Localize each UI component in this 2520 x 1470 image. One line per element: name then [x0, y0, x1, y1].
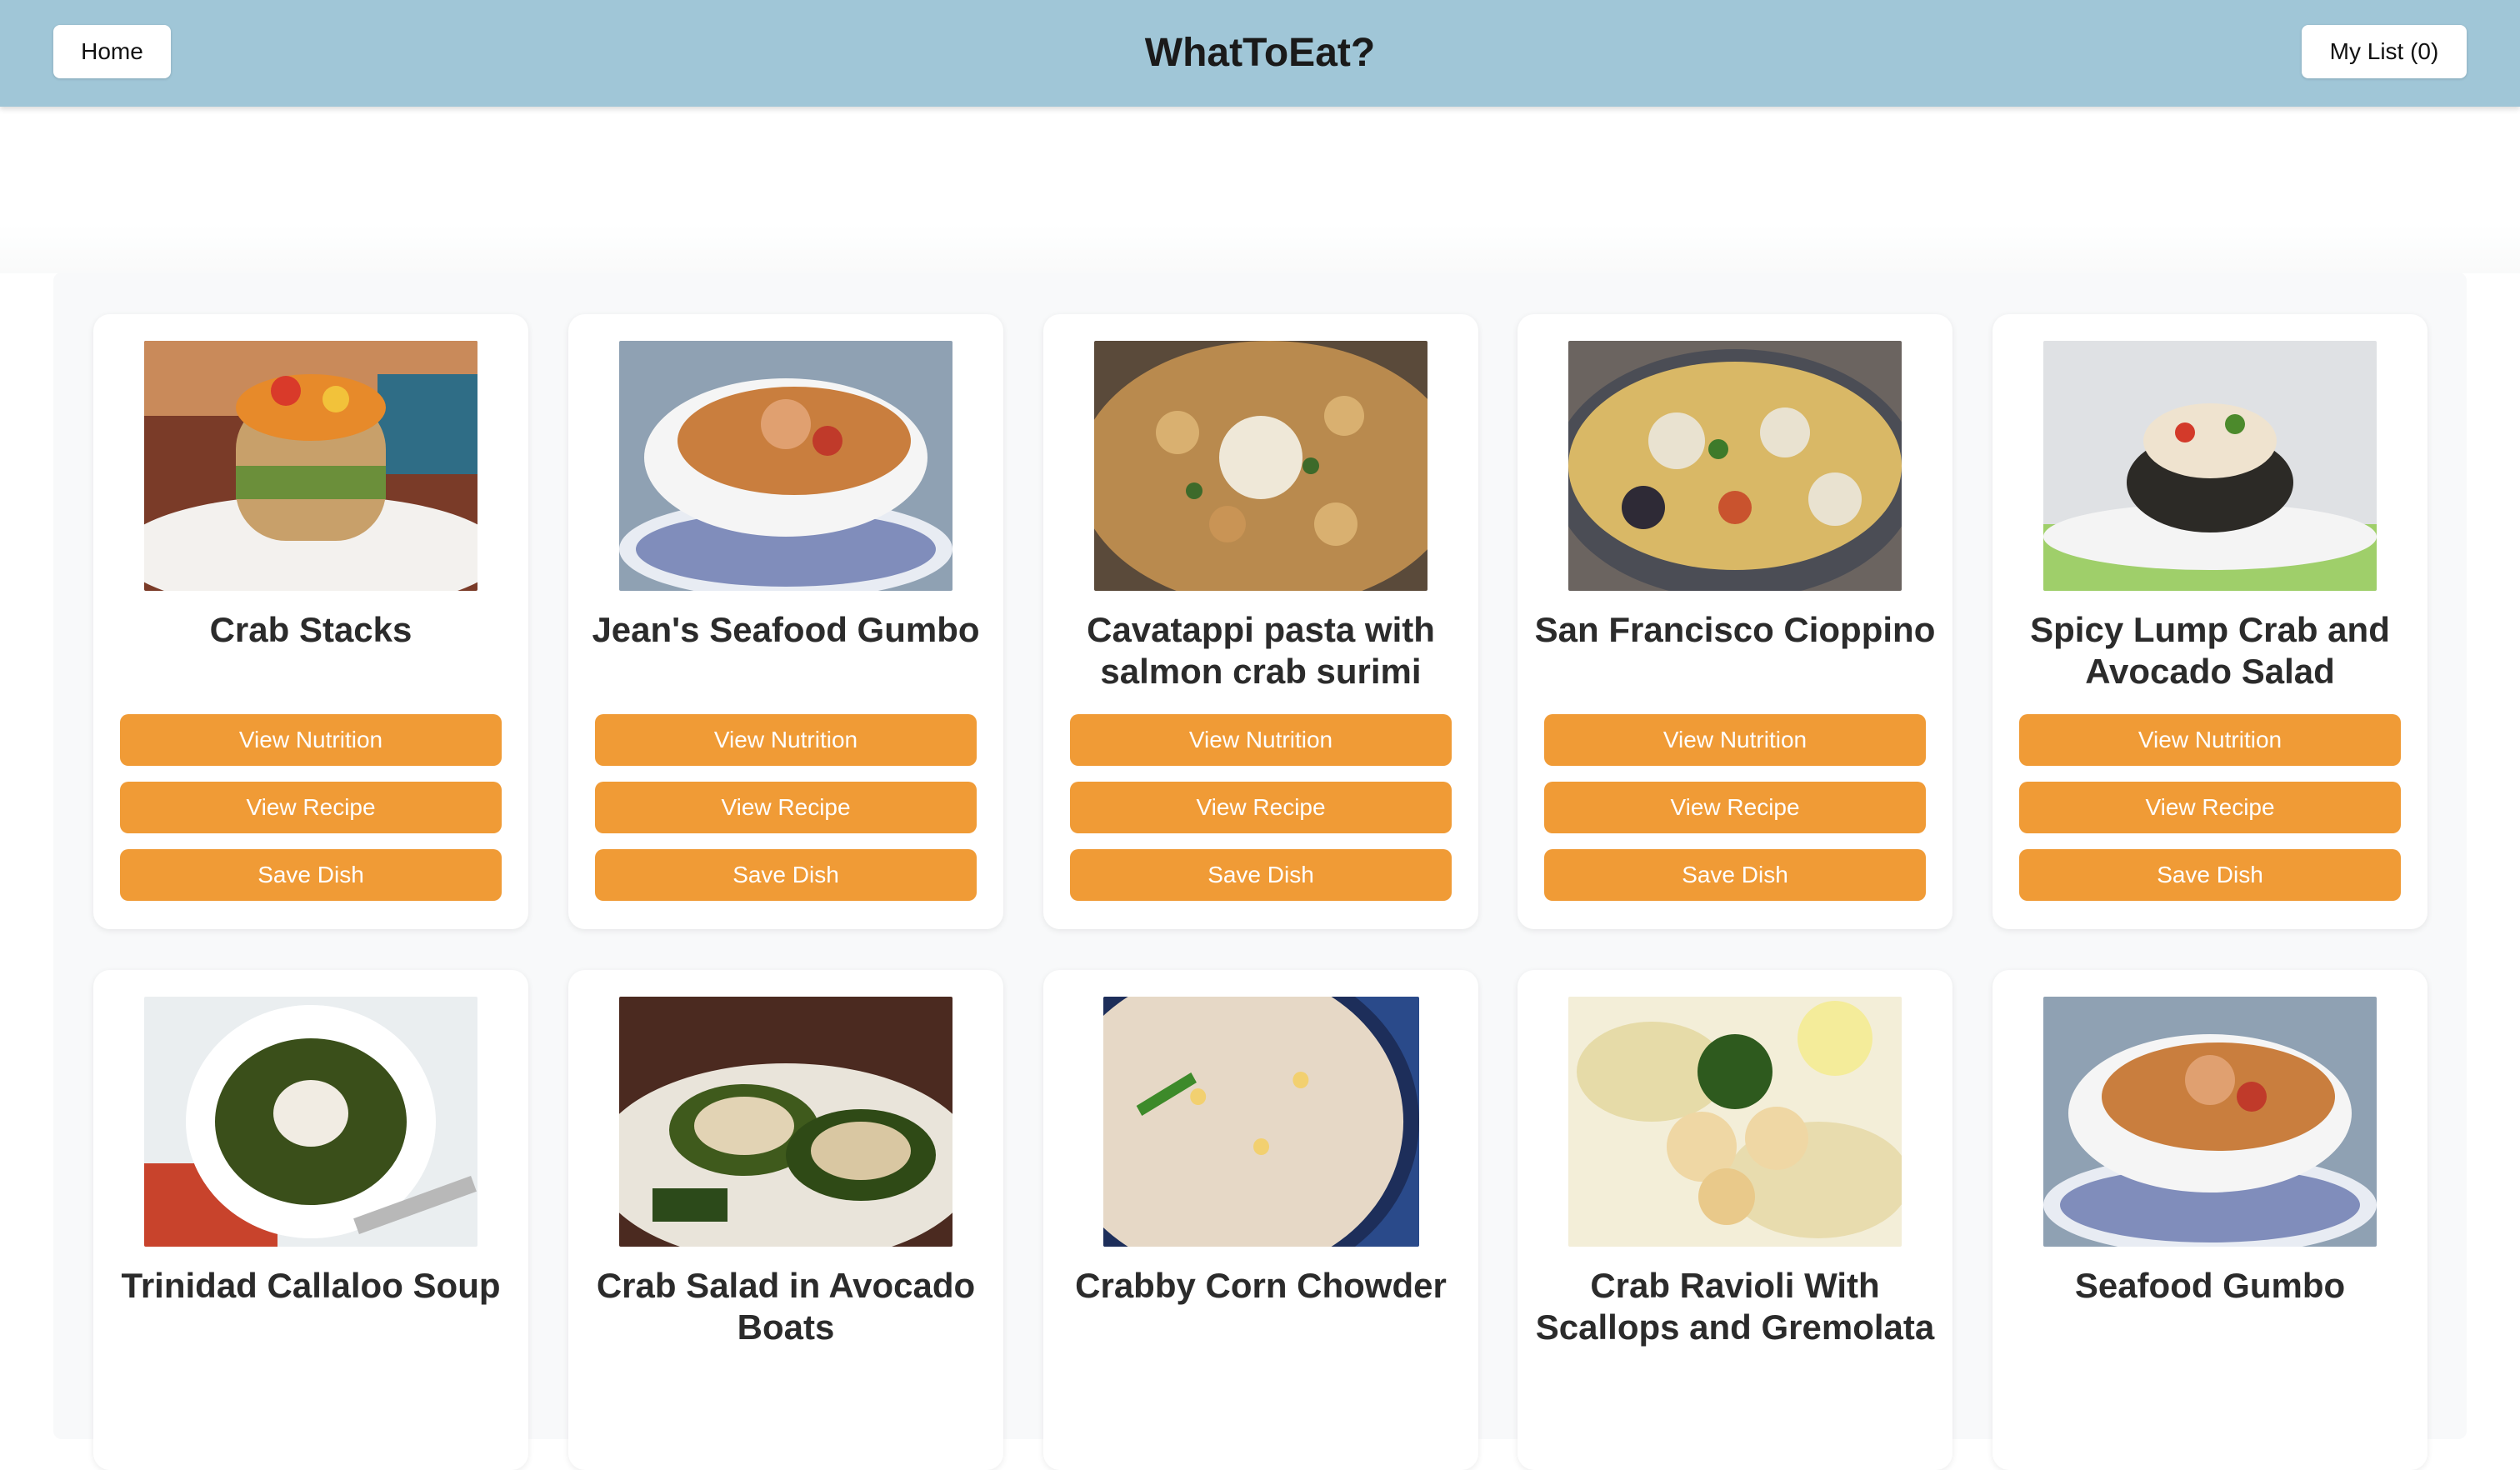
dish-card: Spicy Lump Crab and Avocado Salad View N… [1992, 314, 2428, 929]
app-title: WhatToEat? [1144, 31, 1376, 75]
view-recipe-button[interactable]: View Recipe [595, 782, 977, 833]
dish-card: Trinidad Callaloo Soup [93, 970, 528, 1470]
view-recipe-button[interactable]: View Recipe [1070, 782, 1452, 833]
view-nutrition-button[interactable]: View Nutrition [120, 714, 502, 766]
dish-name: Seafood Gumbo [2074, 1266, 2346, 1305]
dish-name: Trinidad Callaloo Soup [121, 1266, 501, 1305]
cioppino-pan-photo[interactable] [1568, 341, 1902, 591]
dish-card: Jean's Seafood Gumbo View Nutrition View… [568, 314, 1003, 929]
view-recipe-button[interactable]: View Recipe [120, 782, 502, 833]
dish-name: Spicy Lump Crab and Avocado Salad [2030, 610, 2390, 691]
pasta-photo[interactable] [1094, 341, 1428, 591]
save-dish-button[interactable]: Save Dish [120, 849, 502, 901]
dish-name: Cavatappi pasta with salmon crab surimi [1087, 610, 1435, 691]
avocado-crab-photo[interactable] [2043, 341, 2377, 591]
dish-card: Crab Stacks View Nutrition View Recipe S… [93, 314, 528, 929]
save-dish-button[interactable]: Save Dish [2019, 849, 2401, 901]
ravioli-scallops-photo[interactable] [1568, 997, 1902, 1247]
gumbo-bowl-photo[interactable] [619, 341, 952, 591]
dish-card: Crab Ravioli With Scallops and Gremolata [1518, 970, 1952, 1470]
callaloo-soup-photo[interactable] [144, 997, 478, 1247]
crab-stack-photo[interactable] [144, 341, 478, 591]
dish-card: Seafood Gumbo [1992, 970, 2428, 1470]
view-recipe-button[interactable]: View Recipe [2019, 782, 2401, 833]
view-nutrition-button[interactable]: View Nutrition [2019, 714, 2401, 766]
page-spacer [0, 223, 2520, 273]
view-nutrition-button[interactable]: View Nutrition [595, 714, 977, 766]
dish-card: Crab Salad in Avocado Boats [568, 970, 1003, 1470]
dish-name: Crab Salad in Avocado Boats [596, 1266, 976, 1347]
dish-name: Jean's Seafood Gumbo [592, 610, 980, 649]
seafood-gumbo-photo[interactable] [2043, 997, 2377, 1247]
view-recipe-button[interactable]: View Recipe [1544, 782, 1926, 833]
save-dish-button[interactable]: Save Dish [595, 849, 977, 901]
top-nav-bar: Home WhatToEat? My List (0) [0, 0, 2520, 107]
dish-name: Crabby Corn Chowder [1075, 1266, 1447, 1305]
dish-card: Crabby Corn Chowder [1043, 970, 1478, 1470]
dish-card: San Francisco Cioppino View Nutrition Vi… [1518, 314, 1952, 929]
view-nutrition-button[interactable]: View Nutrition [1544, 714, 1926, 766]
my-list-button[interactable]: My List (0) [2302, 25, 2467, 78]
dish-name: San Francisco Cioppino [1534, 610, 1936, 649]
save-dish-button[interactable]: Save Dish [1544, 849, 1926, 901]
corn-chowder-photo[interactable] [1103, 997, 1419, 1247]
save-dish-button[interactable]: Save Dish [1070, 849, 1452, 901]
dish-name: Crab Stacks [209, 610, 412, 649]
view-nutrition-button[interactable]: View Nutrition [1070, 714, 1452, 766]
dish-card: Cavatappi pasta with salmon crab surimi … [1043, 314, 1478, 929]
avocado-boats-photo[interactable] [619, 997, 952, 1247]
dish-name: Crab Ravioli With Scallops and Gremolata [1535, 1266, 1935, 1347]
